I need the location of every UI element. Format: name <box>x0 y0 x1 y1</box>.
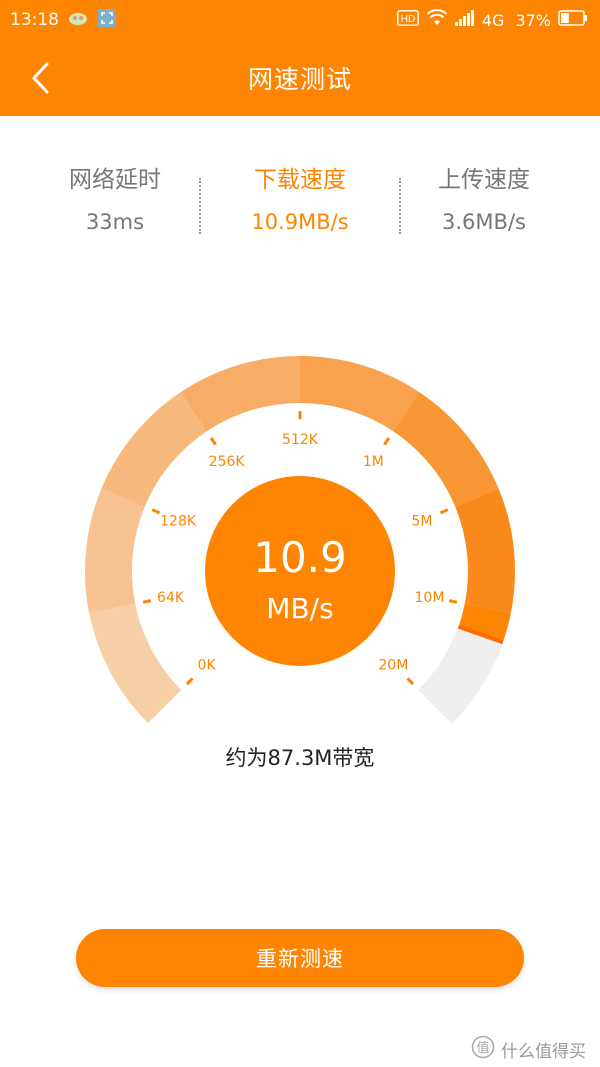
gauge-tick-label: 256K <box>209 454 246 470</box>
wifi-icon <box>426 9 448 31</box>
network-type: 4G <box>481 10 505 30</box>
gauge-segment <box>455 488 515 613</box>
gauge-tick-label: 64K <box>157 590 185 606</box>
gauge-tick-label: 20M <box>378 657 408 673</box>
gauge-tick <box>383 437 391 446</box>
gauge-tick <box>439 508 449 515</box>
speed-gauge: 0K 64K 128K 256K 512K 1M 5M 10M 20M 10.9 MB/s <box>84 356 515 724</box>
signal-icon <box>454 10 475 30</box>
battery-percent: 37% <box>515 10 551 30</box>
stat-download: 下载速度 10.9MB/s <box>200 160 400 234</box>
gauge-progress <box>418 624 504 724</box>
watermark-text: 什么值得买 <box>501 1041 586 1062</box>
gauge-tick-label: 10M <box>415 590 445 606</box>
gauge-tick <box>142 599 152 604</box>
stat-label: 下载速度 <box>254 167 346 193</box>
gauge-tick-label: 128K <box>160 513 197 529</box>
stat-label: 网络延时 <box>69 167 161 193</box>
stat-value: 3.6MB/s <box>442 210 526 234</box>
watermark: 值 什么值得买 <box>471 1035 586 1064</box>
status-bar: 13:18 HD 4G 37% <box>0 0 600 40</box>
gauge-segment <box>101 392 207 507</box>
svg-text:HD: HD <box>401 14 415 25</box>
status-left: 13:18 <box>10 0 117 40</box>
gauge-unit: MB/s <box>266 592 333 625</box>
gauge-tick <box>151 508 161 515</box>
gauge-tick <box>406 677 415 686</box>
stat-value: 10.9MB/s <box>251 210 349 234</box>
status-time: 13:18 <box>10 10 59 30</box>
stat-value: 33ms <box>85 210 145 234</box>
hd-icon: HD <box>396 10 419 30</box>
gauge-tick-label: 5M <box>411 513 432 529</box>
retest-button[interactable]: 重新测速 <box>76 929 524 987</box>
gauge-tick-label: 512K <box>282 432 319 448</box>
page-title: 网速测试 <box>247 65 352 94</box>
gauge-tick-label: 0K <box>198 657 217 673</box>
gauge-segment <box>89 603 182 724</box>
notification-app-icon <box>67 9 89 32</box>
gauge-value: 10.9 <box>253 533 347 582</box>
screenshot-icon <box>97 8 117 33</box>
stat-upload: 上传速度 3.6MB/s <box>384 160 584 234</box>
gauge-tick-label: 1M <box>363 454 384 470</box>
app-bar: 网速测试 <box>0 40 600 116</box>
stat-latency: 网络延时 33ms <box>15 160 215 234</box>
gauge-segment <box>393 392 499 507</box>
gauge-tick <box>185 677 194 686</box>
smzdm-logo-icon: 值 <box>471 1035 495 1064</box>
battery-icon <box>558 10 588 30</box>
speed-stats: 网络延时 33ms 下载速度 10.9MB/s 上传速度 3.6MB/s <box>0 160 600 250</box>
svg-text:值: 值 <box>476 1040 489 1056</box>
gauge-segment <box>84 488 145 613</box>
gauge-tick <box>448 599 458 604</box>
gauge-empty-track <box>418 626 503 724</box>
status-right: HD 4G 37% <box>396 0 588 40</box>
gauge-tick <box>209 437 217 446</box>
bandwidth-estimate: 约为87.3M带宽 <box>225 746 375 770</box>
stat-label: 上传速度 <box>438 167 530 193</box>
